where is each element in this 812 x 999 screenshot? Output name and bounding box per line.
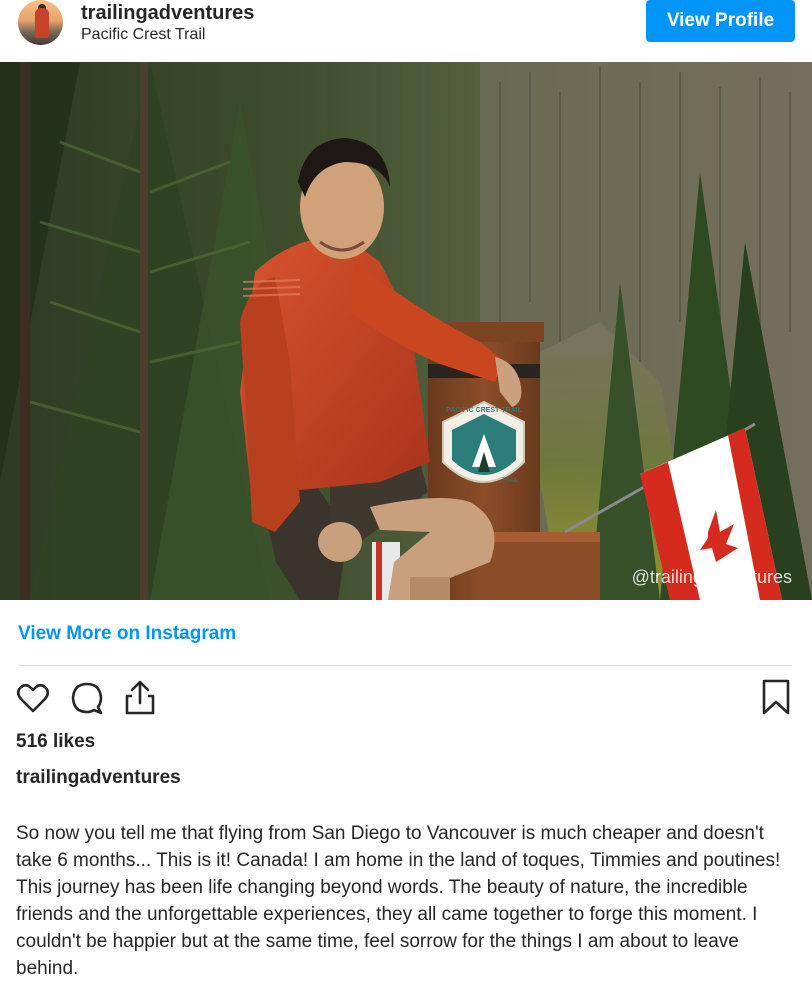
header-username[interactable]: trailingadventures bbox=[81, 2, 254, 25]
comment-icon[interactable] bbox=[69, 680, 105, 716]
likes-count[interactable]: 516 likes bbox=[16, 731, 95, 753]
caption-username[interactable]: trailingadventures bbox=[16, 767, 181, 789]
post-header: trailingadventures Pacific Crest Trail V… bbox=[0, 0, 812, 62]
photo-watermark: @trailingadventures bbox=[631, 567, 792, 587]
divider bbox=[18, 665, 792, 666]
instagram-embed-card: trailingadventures Pacific Crest Trail V… bbox=[0, 0, 812, 999]
view-more-on-instagram-link[interactable]: View More on Instagram bbox=[18, 623, 236, 645]
trail-photo-illustration: PACIFIC CREST TRAIL TRAIL bbox=[0, 62, 812, 600]
heart-icon[interactable] bbox=[15, 680, 51, 716]
share-icon[interactable] bbox=[122, 678, 158, 715]
bookmark-icon[interactable] bbox=[758, 678, 794, 715]
sign-text-bottom: TRAIL bbox=[501, 478, 519, 484]
post-caption: So now you tell me that flying from San … bbox=[16, 823, 781, 979]
header-location[interactable]: Pacific Crest Trail bbox=[81, 26, 205, 44]
avatar[interactable] bbox=[18, 0, 63, 45]
post-photo[interactable]: PACIFIC CREST TRAIL TRAIL @trailingadven… bbox=[0, 62, 812, 600]
view-profile-button[interactable]: View Profile bbox=[646, 0, 795, 42]
sign-text-top: PACIFIC CREST TRAIL bbox=[446, 407, 522, 414]
